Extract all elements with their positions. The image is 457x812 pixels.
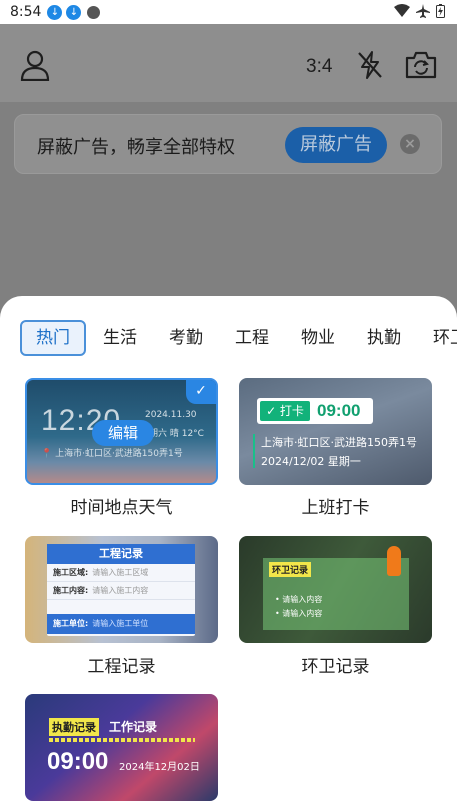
notification-dot-icon [87, 5, 101, 19]
camera-toolbar: 3:4 [0, 24, 457, 102]
form-key: 施工区域: [53, 568, 89, 577]
template-label: 执勤 [25, 807, 218, 812]
template-card-clock-in[interactable]: ✓ 打卡 09:00 上海市·虹口区·武进路150弄1号 2024/12/02 … [239, 378, 432, 485]
form-row: 施工内容: 请输入施工内容 [47, 582, 195, 600]
sanitation-worker-icon [387, 546, 401, 576]
status-bar: 8:54 ↓ ↓ [0, 0, 457, 24]
accent-bar [253, 434, 255, 468]
camera-switch-icon [405, 51, 437, 79]
record-time: 09:00 [47, 748, 109, 775]
status-icons [394, 4, 445, 18]
content-line: • 请输入内容 [275, 595, 323, 604]
edit-button[interactable]: 编辑 [92, 420, 154, 446]
tab-hot[interactable]: 热门 [20, 320, 86, 356]
template-card-time-location-weather[interactable]: 12:20 2024.11.30 期六 晴 12°C 📍 上海市·虹口区·武进路… [25, 378, 218, 485]
card-address: 上海市·虹口区·武进路150弄1号 [261, 436, 417, 449]
form-placeholder: 请输入施工内容 [92, 586, 149, 595]
form-row: 施工区域: 请输入施工区域 [47, 564, 195, 582]
airplane-icon [416, 4, 430, 18]
punch-tag: ✓ 打卡 [260, 401, 310, 421]
template-label: 工程记录 [87, 657, 156, 677]
record-date: 2024年12月02日 [119, 762, 200, 773]
template-card-sanitation-record[interactable]: 环卫记录 • 请输入内容 • 请输入内容 [239, 536, 432, 643]
download-icon: ↓ [47, 4, 63, 20]
ad-text: 屏蔽广告，畅享全部特权 [37, 137, 235, 158]
template-label: 上班打卡 [301, 498, 370, 518]
punch-time: 09:00 [317, 401, 361, 420]
selected-check-icon: ✓ [186, 380, 216, 404]
tab-sanitation[interactable]: 环卫 [426, 320, 457, 356]
form-footer: 施工单位: 请输入施工单位 [47, 614, 195, 634]
card-address-text: 上海市·虹口区·武进路150弄1号 [55, 449, 183, 459]
tab-property[interactable]: 物业 [294, 320, 342, 356]
form-key: 施工内容: [53, 586, 89, 595]
template-label: 时间地点天气 [70, 498, 173, 518]
record-tag: 环卫记录 [269, 562, 312, 577]
ad-banner: 屏蔽广告，畅享全部特权 屏蔽广告 × [14, 114, 442, 174]
punch-box: ✓ 打卡 09:00 [257, 398, 373, 424]
category-tabs: 热门 生活 考勤 工程 物业 执勤 环卫 [0, 320, 457, 358]
flash-off-icon [358, 51, 382, 79]
content-line: • 请输入内容 [275, 609, 323, 618]
template-sheet: 热门 生活 考勤 工程 物业 执勤 环卫 12:20 2024.11.30 期六… [0, 296, 457, 812]
card-date: 2024/12/02 星期一 [261, 455, 361, 468]
form-title: 工程记录 [47, 544, 195, 564]
divider-stripe [49, 738, 195, 742]
aspect-ratio-button[interactable]: 3:4 [306, 56, 332, 78]
profile-button[interactable] [18, 48, 52, 82]
record-tag: 执勤记录 [49, 718, 99, 736]
status-time: 8:54 [10, 4, 42, 20]
card-address: 📍 上海市·虹口区·武进路150弄1号 [41, 449, 183, 459]
user-icon [20, 50, 50, 81]
close-icon[interactable]: × [400, 134, 420, 154]
switch-camera-button[interactable] [404, 50, 438, 80]
tab-life[interactable]: 生活 [96, 320, 144, 356]
flash-toggle-button[interactable] [355, 49, 385, 81]
form-placeholder: 请输入施工单位 [92, 619, 149, 628]
card-weather: 期六 晴 12°C [149, 429, 204, 439]
record-title: 工作记录 [109, 720, 158, 734]
tab-attendance[interactable]: 考勤 [162, 320, 210, 356]
tab-patrol[interactable]: 执勤 [360, 320, 408, 356]
template-card-patrol[interactable]: 执勤记录 工作记录 09:00 2024年12月02日 [25, 694, 218, 801]
wifi-icon [394, 4, 410, 17]
block-ads-button[interactable]: 屏蔽广告 [285, 127, 387, 163]
template-card-engineering-record[interactable]: 工程记录 施工区域: 请输入施工区域 施工内容: 请输入施工内容 施工单位: 请输入施… [25, 536, 218, 643]
card-date: 2024.11.30 [145, 410, 197, 420]
download-icon: ↓ [66, 4, 82, 20]
record-form: 工程记录 施工区域: 请输入施工区域 施工内容: 请输入施工内容 施工单位: 请输入施… [47, 544, 195, 636]
form-key: 施工单位: [53, 619, 89, 628]
tab-engineering[interactable]: 工程 [228, 320, 276, 356]
battery-icon [436, 4, 445, 18]
form-placeholder: 请输入施工区域 [92, 568, 149, 577]
template-label: 环卫记录 [301, 657, 370, 677]
